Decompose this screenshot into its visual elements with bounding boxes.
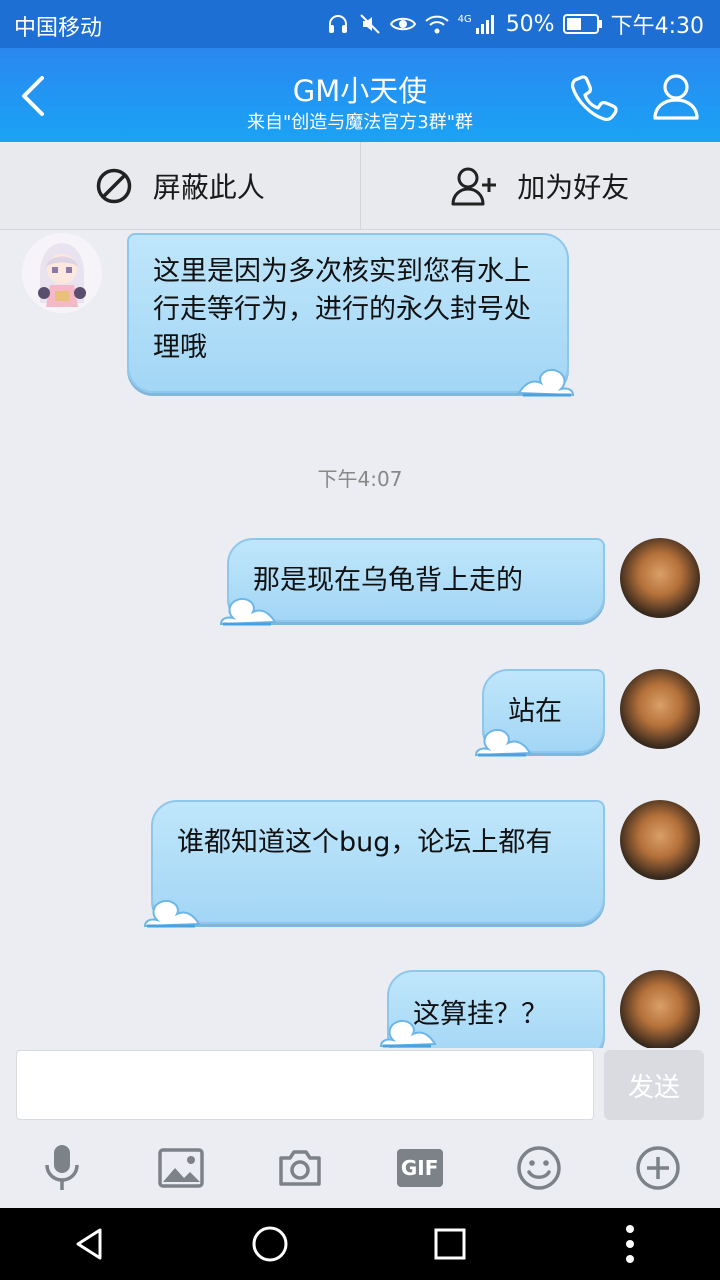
block-user-label: 屏蔽此人 xyxy=(152,170,265,204)
nav-home-button[interactable] xyxy=(210,1208,330,1280)
nav-menu-button[interactable] xyxy=(570,1208,690,1280)
circle-home-icon xyxy=(252,1226,288,1262)
message-bubble[interactable]: 那是现在乌龟背上走的 xyxy=(219,538,605,626)
message-bubble[interactable]: 谁都知道这个bug，论坛上都有 xyxy=(143,800,605,928)
action-bar: 屏蔽此人 加为好友 xyxy=(0,142,720,230)
composer-toolbar: GIF xyxy=(0,1128,720,1208)
wave-decoration-icon xyxy=(219,598,277,626)
headphones-icon xyxy=(328,15,347,33)
battery-icon xyxy=(562,14,602,34)
vertical-dots-icon xyxy=(626,1225,634,1263)
eye-icon xyxy=(389,17,416,31)
carrier-name: 中国移动 xyxy=(14,16,103,41)
plus-icon xyxy=(636,1146,681,1190)
message-text: 这里是因为多次核实到您有水上行走等行为，进行的永久封号处理哦 xyxy=(153,256,531,363)
triangle-back-icon xyxy=(76,1228,102,1260)
wifi-icon xyxy=(424,15,449,34)
message-list[interactable]: 这里是因为多次核实到您有水上行走等行为，进行的永久封号处理哦 下午4:07 那是… xyxy=(0,231,720,1048)
add-friend-icon xyxy=(451,167,497,205)
emoji-icon xyxy=(517,1146,561,1190)
add-friend-label: 加为好友 xyxy=(517,170,630,204)
person-icon xyxy=(653,74,699,120)
my-avatar[interactable] xyxy=(620,538,700,618)
network-type: 4G xyxy=(457,13,472,25)
profile-button[interactable] xyxy=(650,70,702,122)
emoji-button[interactable] xyxy=(479,1128,598,1208)
voice-button[interactable] xyxy=(2,1128,121,1208)
nav-recents-button[interactable] xyxy=(390,1208,510,1280)
phone-icon xyxy=(571,75,618,121)
more-button[interactable] xyxy=(599,1128,718,1208)
nav-back-button[interactable] xyxy=(30,1208,150,1280)
clock: 下午4:30 xyxy=(610,14,704,39)
signal-icon xyxy=(475,15,494,34)
wave-decoration-icon xyxy=(379,1020,437,1048)
microphone-icon xyxy=(44,1145,79,1190)
message-bubble[interactable]: 这里是因为多次核实到您有水上行走等行为，进行的永久封号处理哦 xyxy=(127,233,575,397)
my-avatar[interactable] xyxy=(620,669,700,749)
my-avatar[interactable] xyxy=(620,970,700,1048)
chat-screen: 中国移动 4G 50% 下午4:30 GM小天使 来自"创造与魔法官方3群"群 xyxy=(0,0,720,1280)
block-icon xyxy=(96,168,131,203)
square-recents-icon xyxy=(434,1228,466,1260)
wave-decoration-icon xyxy=(517,369,575,397)
title-bar: GM小天使 来自"创造与魔法官方3群"群 xyxy=(0,48,720,142)
status-icons: 4G 50% 下午4:30 xyxy=(326,8,704,40)
other-user-avatar[interactable] xyxy=(22,233,102,313)
send-button[interactable]: 发送 xyxy=(604,1050,704,1120)
block-user-button[interactable]: 屏蔽此人 xyxy=(0,142,360,229)
message-input[interactable] xyxy=(16,1050,594,1120)
timestamp: 下午4:07 xyxy=(317,467,403,491)
mute-icon xyxy=(359,14,380,34)
wave-decoration-icon xyxy=(474,729,532,757)
system-navigation-bar xyxy=(0,1208,720,1280)
my-avatar[interactable] xyxy=(620,800,700,880)
anime-girl-avatar-icon xyxy=(22,233,102,313)
camera-icon xyxy=(279,1150,322,1186)
gif-button[interactable]: GIF xyxy=(360,1128,479,1208)
gif-icon: GIF xyxy=(396,1149,443,1187)
message-text: 那是现在乌龟背上走的 xyxy=(253,565,523,596)
add-friend-button[interactable]: 加为好友 xyxy=(359,142,720,229)
image-button[interactable] xyxy=(121,1128,240,1208)
status-bar: 中国移动 4G 50% 下午4:30 xyxy=(0,0,720,48)
battery-percent: 50% xyxy=(505,11,555,37)
image-icon xyxy=(158,1148,204,1188)
wave-decoration-icon xyxy=(143,900,201,928)
message-text: 谁都知道这个bug，论坛上都有 xyxy=(177,827,553,858)
message-bubble[interactable]: 这算挂？？ xyxy=(379,970,605,1048)
composer: 发送 xyxy=(0,1048,720,1128)
call-button[interactable] xyxy=(568,72,620,122)
message-bubble[interactable]: 站在 xyxy=(474,669,605,757)
gif-label: GIF xyxy=(400,1156,439,1180)
camera-button[interactable] xyxy=(241,1128,360,1208)
